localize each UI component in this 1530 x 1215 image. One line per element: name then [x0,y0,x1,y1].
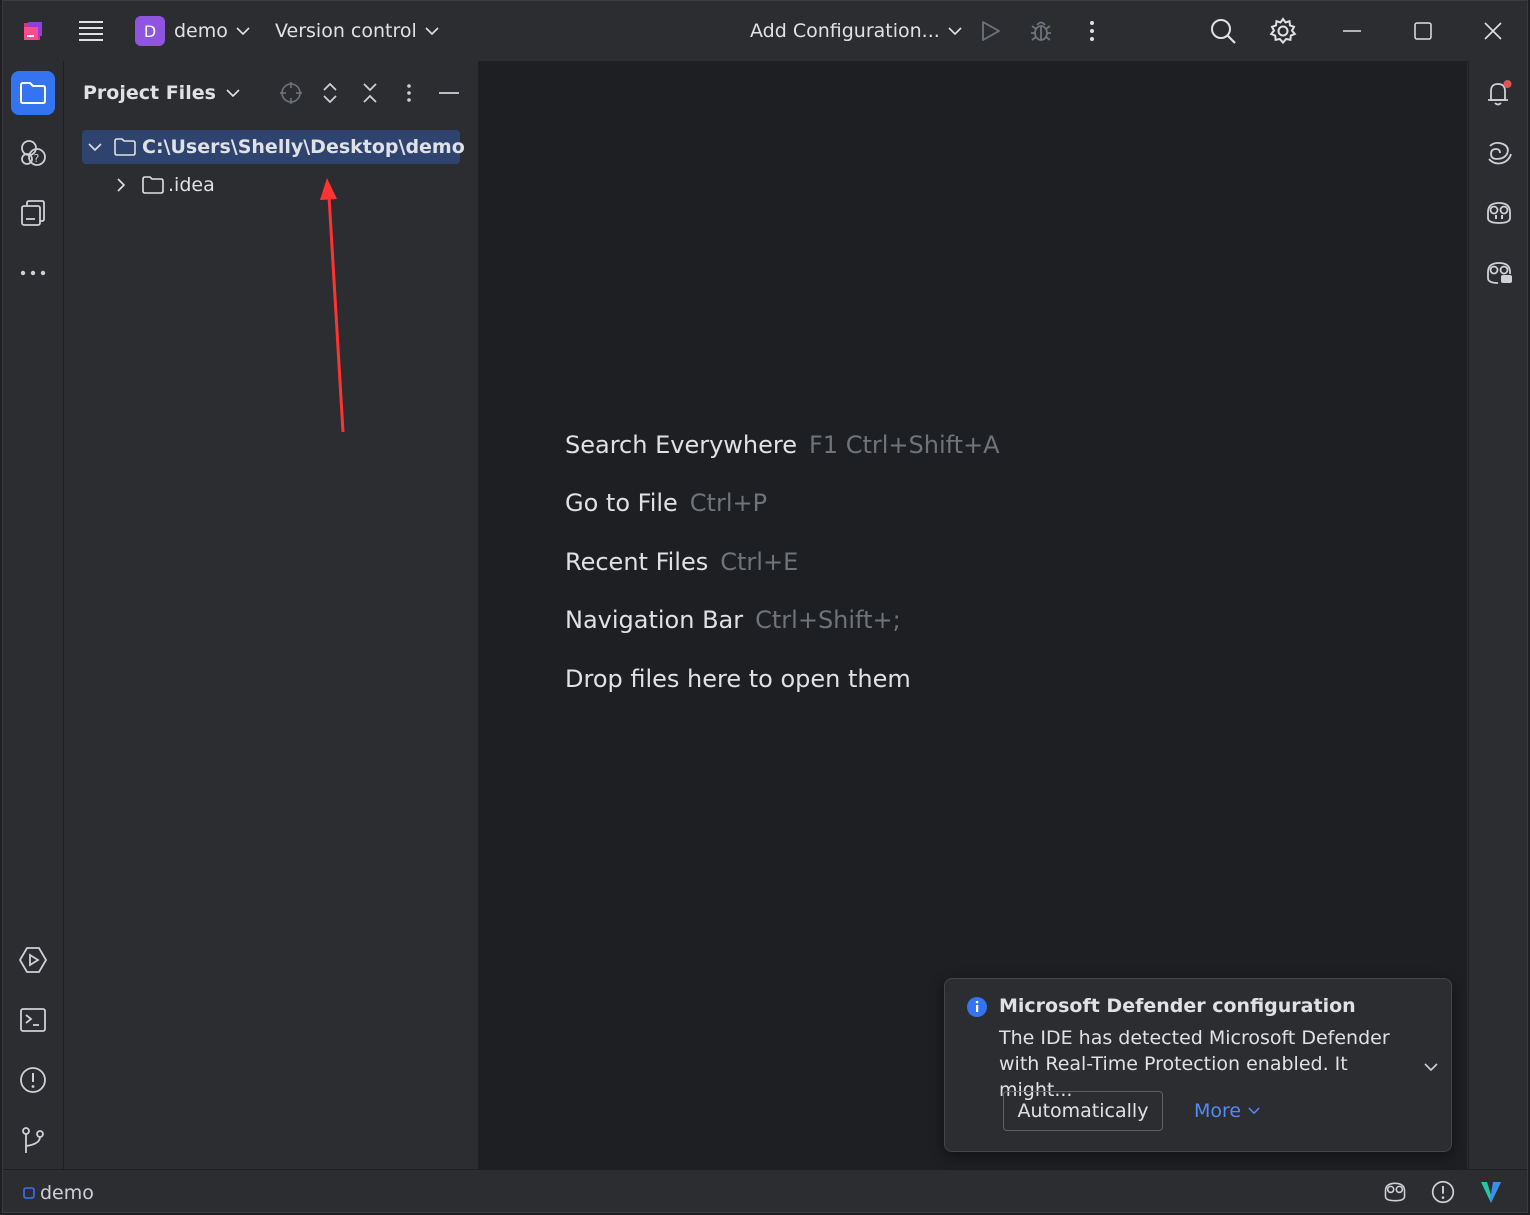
hint-drop-files: Drop files here to open them [565,665,911,693]
chevron-down-icon [948,26,962,36]
hint-shortcut: F1 Ctrl+Shift+A [809,431,1000,459]
chevron-down-icon[interactable] [1424,1057,1438,1076]
project-tool-button[interactable] [11,71,55,115]
folder-icon [19,81,47,105]
hint-shortcut: Ctrl+Shift+; [755,606,901,634]
learn-tool-button[interactable]: ? [11,131,55,175]
search-icon[interactable] [1209,1,1237,61]
copilot-chat-button[interactable] [1477,251,1521,295]
chevron-down-icon [425,26,439,36]
git-tool-button[interactable] [11,1118,55,1162]
terminal-tool-button[interactable] [11,998,55,1042]
hint-shortcut: Ctrl+P [689,489,768,517]
copilot-button[interactable] [1477,191,1521,235]
git-icon [20,1126,46,1154]
hide-icon[interactable] [435,79,463,107]
folder-icon [142,176,164,194]
hint-navigation-bar: Navigation Bar Ctrl+Shift+; [565,606,901,634]
structure-tool-button[interactable] [11,191,55,235]
chevron-down-icon [236,26,250,36]
debug-icon[interactable] [1029,1,1053,61]
ai-assistant-button[interactable] [1477,131,1521,175]
hint-label: Drop files here to open them [565,665,911,693]
more-link-label: More [1194,1100,1242,1122]
project-panel-title: Project Files [83,82,216,104]
notification-title: Microsoft Defender configuration [999,995,1356,1017]
ai-assistant-icon [1485,140,1513,166]
learn-icon: ? [18,138,48,168]
version-control-label: Version control [275,20,417,42]
hint-label: Search Everywhere [565,431,797,459]
notifications-icon [1484,78,1514,108]
project-square-icon [23,1186,35,1199]
more-horizontal-icon [20,270,46,276]
hint-search-everywhere: Search Everywhere F1 Ctrl+Shift+A [565,431,1000,459]
title-bar: D demo Version control Add Configuration… [3,1,1527,62]
run-configuration-label: Add Configuration... [750,20,940,42]
project-switcher[interactable]: D demo [135,1,250,61]
problems-tool-button[interactable] [11,1058,55,1102]
hint-label: Recent Files [565,548,709,576]
locate-icon[interactable] [277,79,305,107]
services-icon [18,945,48,975]
copilot-chat-icon [1484,260,1514,286]
problems-icon [19,1066,47,1094]
problems-status-icon[interactable] [1431,1180,1455,1208]
hamburger-menu-icon[interactable] [78,1,104,61]
maximize-icon[interactable] [1414,1,1432,61]
project-tool-window: Project Files C:\Users\Shelly\Desktop\de… [64,61,479,1169]
tree-folder-name: .idea [168,174,215,196]
project-name: demo [174,20,228,42]
copilot-icon [1484,200,1514,226]
app-logo-icon[interactable] [21,1,45,61]
more-link[interactable]: More [1194,1100,1260,1122]
more-vertical-icon[interactable] [395,79,423,107]
chevron-right-icon[interactable] [117,178,126,192]
hint-shortcut: Ctrl+E [720,548,799,576]
chevron-down-icon [1248,1107,1260,1115]
tree-row-idea[interactable]: .idea [117,168,215,202]
close-icon[interactable] [1484,1,1502,61]
notifications-button[interactable] [1477,71,1521,115]
project-view-selector[interactable]: Project Files [83,79,240,107]
folder-icon [114,138,136,156]
version-control-menu[interactable]: Version control [275,1,439,61]
chevron-down-icon [226,88,240,98]
tree-root-path: C:\Users\Shelly\Desktop\demo [142,136,465,158]
notification-line: The IDE has detected Microsoft Defender [999,1027,1390,1049]
right-tool-strip [1468,61,1527,1169]
terminal-icon [19,1007,47,1033]
automatically-button[interactable]: Automatically [1003,1091,1163,1131]
hint-label: Navigation Bar [565,606,744,634]
run-configuration-selector[interactable]: Add Configuration... [750,1,962,61]
copilot-status-icon[interactable] [1382,1180,1408,1208]
hint-label: Go to File [565,489,678,517]
status-project[interactable]: demo [23,1170,94,1212]
structure-icon [19,199,47,227]
info-icon [966,996,988,1022]
hint-recent-files: Recent Files Ctrl+E [565,548,798,576]
notification-balloon: Microsoft Defender configuration The IDE… [944,978,1452,1152]
run-icon[interactable] [979,1,1001,61]
plugin-status-icon[interactable] [1479,1179,1503,1209]
status-project-name: demo [40,1181,94,1204]
chevron-down-icon[interactable] [88,142,102,152]
left-tool-strip: ? [3,61,64,1169]
svg-text:?: ? [34,152,40,165]
hint-go-to-file: Go to File Ctrl+P [565,489,767,517]
status-bar: demo [3,1169,1527,1212]
project-badge: D [135,16,165,46]
collapse-all-icon[interactable] [356,79,384,107]
settings-icon[interactable] [1269,1,1297,61]
ide-window: D demo Version control Add Configuration… [2,0,1528,1213]
tree-row-root[interactable]: C:\Users\Shelly\Desktop\demo [82,130,465,164]
minimize-icon[interactable] [1343,1,1361,61]
services-tool-button[interactable] [11,938,55,982]
more-vertical-icon[interactable] [1088,1,1096,61]
expand-all-icon[interactable] [316,79,344,107]
more-tools-button[interactable] [11,251,55,295]
